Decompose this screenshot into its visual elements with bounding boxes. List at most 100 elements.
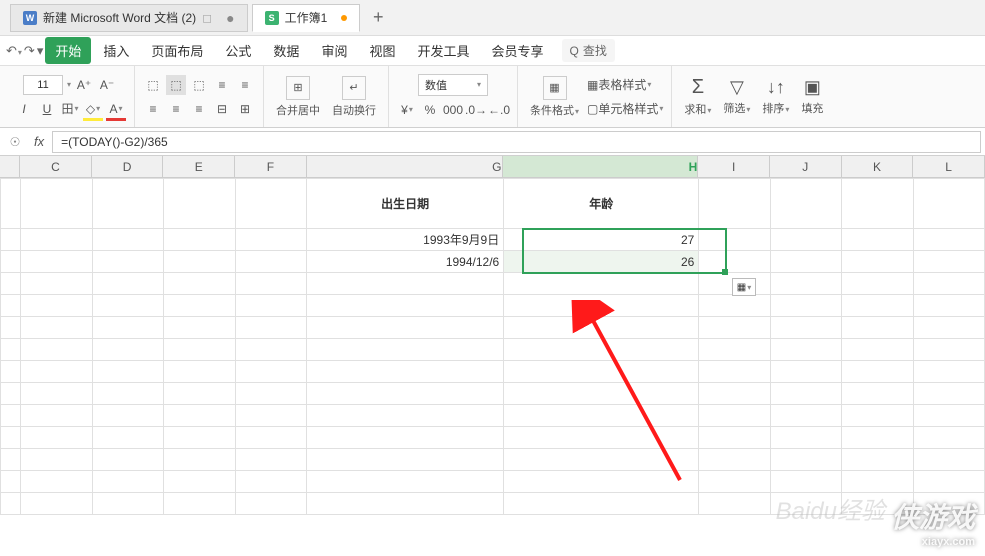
align-bottom-button[interactable]: ⬚ [189,75,209,95]
menu-search[interactable]: Q 查找 [562,39,615,62]
menu-page-layout[interactable]: 页面布局 [141,37,213,64]
tab-word-doc[interactable]: W 新建 Microsoft Word 文档 (2) ◻ ● [10,4,248,32]
col-header-k[interactable]: K [842,156,914,177]
tab-word-label: 新建 Microsoft Word 文档 (2) [43,9,196,26]
search-label: 查找 [583,42,607,59]
col-header-f[interactable]: F [235,156,307,177]
col-header-i[interactable]: I [698,156,770,177]
search-icon: Q [570,44,579,58]
increase-font-button[interactable]: A⁺ [74,75,94,95]
file-tabs-bar: W 新建 Microsoft Word 文档 (2) ◻ ● S 工作簿1 + [0,0,985,36]
cells-area[interactable]: 出生日期 年龄 1993年9月9日 27 1994/12/6 26 [0,178,985,515]
indent-dec-button[interactable]: ≡ [212,75,232,95]
align-right-button[interactable]: ≡ [189,99,209,119]
align-top-button[interactable]: ⬚ [143,75,163,95]
chevron-down-icon[interactable]: ▾ [67,80,71,89]
col-header-e[interactable]: E [163,156,235,177]
align-left-button[interactable]: ≡ [143,99,163,119]
col-header[interactable] [0,156,20,177]
table-style-button[interactable]: ▦ 表格样式▾ [587,75,651,95]
ribbon: 11 ▾ A⁺ A⁻ I U 田▾ ◇▾ A▾ ⬚ ⬚ ⬚ ≡ ≡ [0,66,985,128]
font-group: 11 ▾ A⁺ A⁻ I U 田▾ ◇▾ A▾ [6,66,135,127]
menu-data[interactable]: 数据 [263,37,309,64]
number-format-select[interactable]: 数值 ▾ [418,74,488,96]
styles-group: ▦ 条件格式▾ ▦ 表格样式▾ ▢ 单元格样式▾ [518,66,672,127]
align-middle-button[interactable]: ⬚ [166,75,186,95]
watermark-baidu: Baidu经验 [776,491,885,526]
filter-icon: ▽ [730,77,744,98]
cond-format-button[interactable]: ▦ 条件格式▾ [526,74,583,120]
formula-input[interactable]: =(TODAY()-G2)/365 [52,131,981,153]
formula-bar: ☉ fx =(TODAY()-G2)/365 [0,128,985,156]
header-birth[interactable]: 出生日期 [306,179,503,229]
undo-button[interactable]: ↶▾ [6,43,22,59]
col-header-j[interactable]: J [770,156,842,177]
wrap-icon: ↵ [342,76,366,100]
cell-style-button[interactable]: ▢ 单元格样式▾ [587,99,663,119]
editing-group: Σ 求和▾ ▽ 筛选▾ ↓↑ 排序▾ ▣ 填充 [672,66,835,127]
align-group: ⬚ ⬚ ⬚ ≡ ≡ ≡ ≡ ≡ ⊟ ⊞ [135,66,264,127]
fill-icon: ▣ [804,77,821,98]
col-header-c[interactable]: C [20,156,92,177]
cell-birth-1[interactable]: 1993年9月9日 [306,229,503,251]
menu-review[interactable]: 审阅 [311,37,357,64]
qat-more[interactable]: ▾ [37,43,44,59]
menu-formula[interactable]: 公式 [215,37,261,64]
percent-button[interactable]: % [420,100,440,120]
sum-button[interactable]: Σ 求和▾ [680,74,715,119]
font-color-button[interactable]: A▾ [106,99,126,119]
number-group: 数值 ▾ ¥▾ % 000 .0→ ←.0 [389,66,518,127]
col-header-d[interactable]: D [92,156,164,177]
decimal-dec-button[interactable]: ←.0 [489,100,509,120]
decrease-font-button[interactable]: A⁻ [97,75,117,95]
watermark-site: 侠游戏 xiayx.com [891,496,975,548]
column-headers: C D E F G H I J K L [0,156,985,178]
cell-age-2[interactable]: 26 [504,251,699,273]
merge-group: ⊞ 合并居中 ↵ 自动换行 [264,66,389,127]
fill-button[interactable]: ▣ 填充 [797,75,827,118]
autofill-options-button[interactable]: ▦▾ [732,278,756,296]
italic-button[interactable]: I [14,99,34,119]
fill-color-button[interactable]: ◇▾ [83,99,103,119]
cond-format-icon: ▦ [543,76,567,100]
wrap-text-button[interactable]: ↵ 自动换行 [328,74,380,120]
redo-button[interactable]: ↷ [24,43,35,59]
col-header-l[interactable]: L [913,156,985,177]
menu-start[interactable]: 开始 [45,37,91,64]
tab-excel-doc[interactable]: S 工作簿1 [252,4,361,32]
font-size-input[interactable]: 11 [23,75,63,95]
fx-label[interactable]: fx [34,134,44,149]
comma-button[interactable]: 000 [443,100,463,120]
orientation-button[interactable]: ⊞ [235,99,255,119]
menu-member[interactable]: 会员专享 [481,37,553,64]
menu-view[interactable]: 视图 [359,37,405,64]
merge-across-button[interactable]: ⊟ [212,99,232,119]
currency-button[interactable]: ¥▾ [397,100,417,120]
header-age[interactable]: 年龄 [504,179,699,229]
help-icon[interactable]: ☉ [4,135,26,149]
new-tab-button[interactable]: + [364,7,392,28]
filter-button[interactable]: ▽ 筛选▾ [719,75,754,118]
align-center-button[interactable]: ≡ [166,99,186,119]
underline-button[interactable]: U [37,99,57,119]
merge-center-button[interactable]: ⊞ 合并居中 [272,74,324,120]
tab-pin-icon[interactable]: ◻ [202,11,212,25]
sheet-icon: S [265,11,279,25]
cell-age-1[interactable]: 27 [504,229,699,251]
menu-dev[interactable]: 开发工具 [407,37,479,64]
cell-birth-2[interactable]: 1994/12/6 [306,251,503,273]
decimal-inc-button[interactable]: .0→ [466,100,486,120]
menu-bar: ↶▾ ↷ ▾ 开始 插入 页面布局 公式 数据 审阅 视图 开发工具 会员专享 … [0,36,985,66]
menu-insert[interactable]: 插入 [93,37,139,64]
spreadsheet-grid: C D E F G H I J K L 出生日期 年龄 1993年9月9日 27 [0,156,985,515]
unsaved-dot-icon [341,15,347,21]
col-header-h[interactable]: H [503,156,699,177]
indent-inc-button[interactable]: ≡ [235,75,255,95]
border-button[interactable]: 田▾ [60,99,80,119]
word-icon: W [23,11,37,25]
sort-button[interactable]: ↓↑ 排序▾ [758,75,793,118]
sigma-icon: Σ [692,76,704,99]
close-icon[interactable]: ● [226,10,234,26]
sort-icon: ↓↑ [767,77,785,98]
col-header-g[interactable]: G [307,156,503,177]
